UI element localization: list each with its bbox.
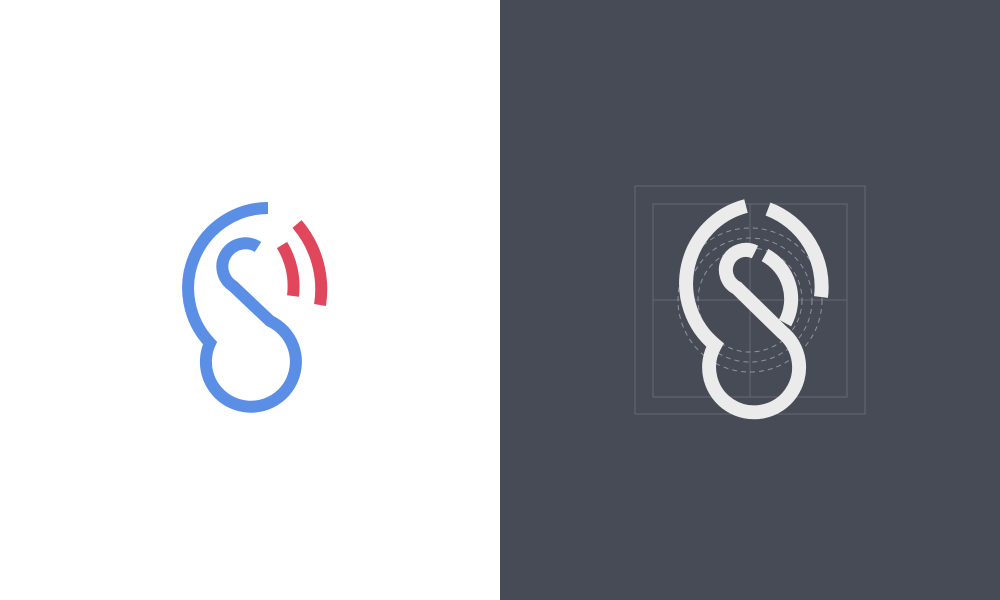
dark-panel (500, 0, 1000, 600)
ear-logo-icon (182, 202, 328, 413)
sound-wave-outer (292, 220, 328, 306)
ear-outer-stroke (182, 202, 302, 413)
sound-wave-inner (276, 241, 300, 297)
logo-presentation (0, 0, 1000, 600)
light-panel (0, 0, 500, 600)
ear-logo-construction-icon (634, 185, 866, 420)
ear-outer-stroke (679, 199, 807, 420)
